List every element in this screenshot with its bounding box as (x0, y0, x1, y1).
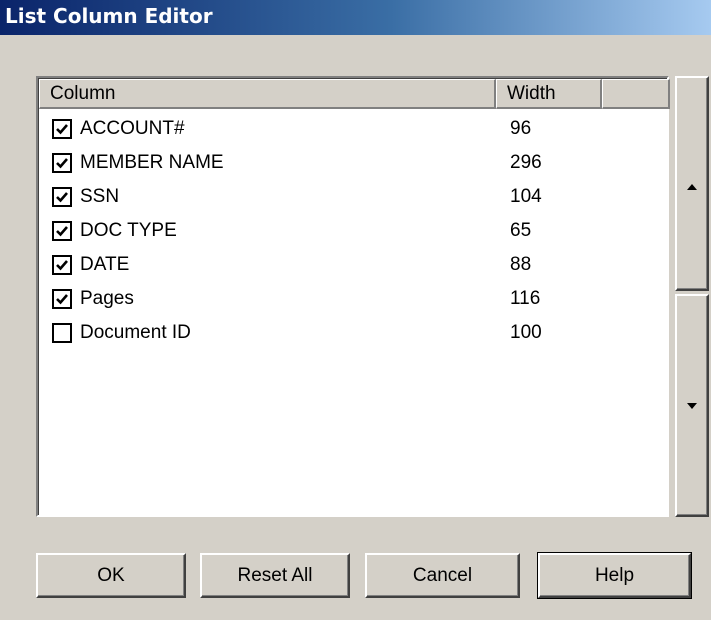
header-filler (602, 79, 670, 109)
row-width: 100 (510, 322, 542, 343)
triangle-down-icon (687, 403, 697, 409)
checkmark-icon (56, 226, 68, 237)
list-header: Column Width (39, 79, 670, 109)
reset-all-button[interactable]: Reset All (200, 553, 350, 598)
row-checkbox[interactable] (52, 187, 72, 207)
list-item[interactable]: DOC TYPE 65 (38, 216, 667, 250)
help-button[interactable]: Help (537, 552, 692, 599)
cancel-button[interactable]: Cancel (365, 553, 520, 598)
checkmark-icon (56, 260, 68, 271)
list-item[interactable]: MEMBER NAME 296 (38, 148, 667, 182)
triangle-up-icon (687, 184, 697, 190)
window-title: List Column Editor (0, 0, 711, 35)
checkmark-icon (56, 294, 68, 305)
row-checkbox[interactable] (52, 119, 72, 139)
row-width: 104 (510, 186, 542, 207)
column-list[interactable]: Column Width ACCOUNT# 96 MEMBER NAME 296… (36, 76, 670, 517)
checkmark-icon (56, 124, 68, 135)
row-width: 116 (510, 288, 541, 309)
list-item[interactable]: Document ID 100 (38, 318, 667, 352)
move-down-button[interactable] (675, 294, 709, 517)
row-checkbox[interactable] (52, 323, 72, 343)
checkmark-icon (56, 158, 68, 169)
row-name: DATE (80, 254, 130, 275)
row-name: Document ID (80, 322, 191, 343)
row-checkbox[interactable] (52, 255, 72, 275)
move-up-button[interactable] (675, 76, 709, 291)
ok-button[interactable]: OK (36, 553, 186, 598)
row-width: 96 (510, 118, 532, 139)
row-name: Pages (80, 288, 134, 309)
row-width: 65 (510, 220, 532, 241)
list-rows: ACCOUNT# 96 MEMBER NAME 296 SSN 104 DOC … (38, 114, 667, 352)
row-checkbox[interactable] (52, 289, 72, 309)
header-column[interactable]: Column (39, 79, 496, 109)
list-item[interactable]: ACCOUNT# 96 (38, 114, 667, 148)
row-name: DOC TYPE (80, 220, 177, 241)
checkmark-icon (56, 192, 68, 203)
row-width: 88 (510, 254, 532, 275)
list-item[interactable]: DATE 88 (38, 250, 667, 284)
row-name: ACCOUNT# (80, 118, 185, 139)
list-item[interactable]: Pages 116 (38, 284, 667, 318)
list-item[interactable]: SSN 104 (38, 182, 667, 216)
row-checkbox[interactable] (52, 221, 72, 241)
header-width[interactable]: Width (496, 79, 602, 109)
row-width: 296 (510, 152, 542, 173)
row-name: MEMBER NAME (80, 152, 224, 173)
row-name: SSN (80, 186, 120, 207)
row-checkbox[interactable] (52, 153, 72, 173)
